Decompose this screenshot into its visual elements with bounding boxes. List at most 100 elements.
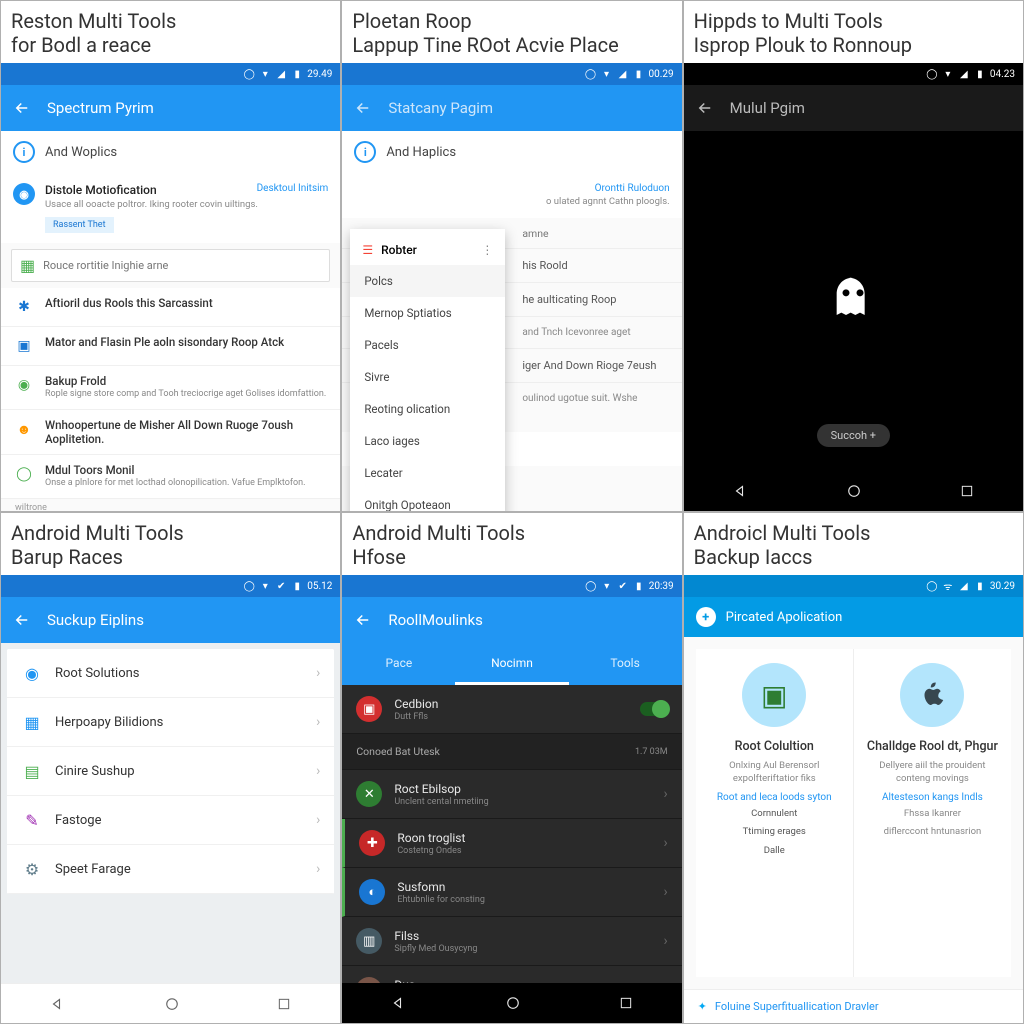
notif-title: Distole Motiofication xyxy=(45,183,157,197)
card-left[interactable]: ▣ Root Colultion Onlxing Aul Berensorl e… xyxy=(696,649,854,977)
tab[interactable]: Tools xyxy=(569,643,682,685)
nav-back-icon[interactable] xyxy=(390,994,408,1012)
circle-icon: ◯ xyxy=(926,580,938,592)
nav-recent-icon[interactable] xyxy=(618,995,634,1011)
panel-3: Hippds to Multi Tools Isprop Plouk to Ro… xyxy=(683,0,1024,512)
menu-header: ☰ Robter ⋮ xyxy=(350,235,505,265)
back-icon[interactable] xyxy=(696,99,714,117)
row-label: Root Solutions xyxy=(55,666,316,681)
notif-link[interactable]: Orontti Ruloduon xyxy=(546,183,670,194)
search-input[interactable] xyxy=(43,259,321,272)
nav-recent-icon[interactable] xyxy=(959,483,975,499)
menu-item[interactable]: Mernop Sptiatios xyxy=(350,297,505,329)
more-icon[interactable]: ⋮ xyxy=(481,243,493,257)
calendar-icon: ▦ xyxy=(20,256,35,275)
card-link[interactable]: Root and leca loods syton xyxy=(706,792,843,803)
appbar-title: RoollMoulinks xyxy=(388,611,483,629)
footer-link[interactable]: ✦ Foluine Superfituallication Dravler xyxy=(684,989,1023,1023)
list-row[interactable]: ▥FilssSipfly Med Ousycyng› xyxy=(342,917,681,966)
menu-item[interactable]: Onitgh Opoteaon xyxy=(350,489,505,511)
list-header: Conoed Bat Utesk1.7 03M xyxy=(342,734,681,770)
status-time: 30.29 xyxy=(990,581,1015,592)
list-row[interactable]: ✎Fastoge› xyxy=(7,796,334,845)
toggle-switch[interactable] xyxy=(640,702,668,716)
tab-active[interactable]: Nocimn xyxy=(455,643,568,685)
list-row[interactable]: ✚Roon troglistCostetng Ondes› xyxy=(342,819,681,868)
signal-icon: ◢ xyxy=(958,68,970,80)
menu-item[interactable]: Reoting olication xyxy=(350,393,505,425)
list-row[interactable]: ▤Cinire Sushup› xyxy=(7,747,334,796)
app-bar: Statcany Pagim xyxy=(342,85,681,131)
nav-back-icon[interactable] xyxy=(49,995,67,1013)
back-icon[interactable] xyxy=(13,99,31,117)
list-row[interactable]: ✕Roct EbilsopUnclent cental nmetiing› xyxy=(342,770,681,819)
app-bar: Mulul Pgim xyxy=(684,85,1023,131)
list-row[interactable]: ▦Herpoapy Bilidions› xyxy=(7,698,334,747)
list-row[interactable]: ◉Root Solutions› xyxy=(7,649,334,698)
title-line-1: Hippds to Multi Tools xyxy=(694,9,1013,33)
nav-home-icon[interactable] xyxy=(163,995,181,1013)
search-row[interactable]: ▦ xyxy=(11,249,330,282)
status-bar: ◯ ᯤ ◢ ▮ 30.29 xyxy=(684,575,1023,597)
notification-card[interactable]: ◉ Distole Motiofication Desktoul Initsim… xyxy=(1,173,340,243)
menu-item[interactable]: Laco iages xyxy=(350,425,505,457)
footer-text: wiltrone xyxy=(1,499,340,511)
row-title: Cedbion xyxy=(394,697,627,711)
add-icon[interactable]: + xyxy=(696,607,716,627)
list-row[interactable]: ◓DusTolls› xyxy=(342,966,681,983)
app-icon: ✚ xyxy=(359,830,385,856)
back-icon[interactable] xyxy=(354,99,372,117)
list-item[interactable]: ✱Aftioril dus Rools this Sarcassint xyxy=(1,288,340,327)
title-line-1: Android Multi Tools xyxy=(352,521,671,545)
list-item[interactable]: ◉Bakup FroldRople signe store comp and T… xyxy=(1,366,340,410)
panel-title: Reston Multi Tools for Bodl a reace xyxy=(1,1,340,63)
wand-icon: ✎ xyxy=(21,809,43,831)
item-title: Mator and Flasin Ple aoln sisondary Roop… xyxy=(45,335,328,349)
list-row[interactable]: ▣CedbionDutt Ffls xyxy=(342,685,681,734)
notif-link[interactable]: Desktoul Initsim xyxy=(257,183,329,197)
section-label: And Haplics xyxy=(386,145,456,160)
list-item[interactable]: ◯Mdul Toors MonilOnse a plnlore for met … xyxy=(1,455,340,499)
status-bar: ◯ ▾ ✔ ▮ 05.12 xyxy=(1,575,340,597)
app-icon: ▣ xyxy=(356,696,382,722)
menu-item[interactable]: Sivre xyxy=(350,361,505,393)
overflow-menu[interactable]: ☰ Robter ⋮ Polcs Mernop Sptiatios Pacels… xyxy=(350,229,505,511)
circle-icon: ◯ xyxy=(243,580,255,592)
app-icon: ◓ xyxy=(356,977,382,983)
nav-back-icon[interactable] xyxy=(732,482,750,500)
menu-item[interactable]: Lecater xyxy=(350,457,505,489)
menu-item[interactable]: Pacels xyxy=(350,329,505,361)
chip[interactable]: Rassent Thet xyxy=(45,217,114,233)
card-right[interactable]: Challdge Rool dt, Phgur Dellyere aiil th… xyxy=(854,649,1011,977)
tab[interactable]: Pace xyxy=(342,643,455,685)
menu-item[interactable]: Polcs xyxy=(350,265,505,297)
row-label: Cinire Sushup xyxy=(55,764,316,779)
list-item[interactable]: ☻Wnhoopertune de Misher All Down Ruoge 7… xyxy=(1,410,340,455)
title-line-1: Androicl Multi Tools xyxy=(694,521,1013,545)
circle-icon: ◉ xyxy=(21,662,43,684)
panel-1: Reston Multi Tools for Bodl a reace ◯ ▾ … xyxy=(0,0,341,512)
back-icon[interactable] xyxy=(13,611,31,629)
list-item[interactable]: ▣Mator and Flasin Ple aoln sisondary Roo… xyxy=(1,327,340,366)
chevron-right-icon: › xyxy=(316,861,320,877)
location-icon: ✔ xyxy=(617,580,629,592)
circle-icon: ◯ xyxy=(243,68,255,80)
menu-icon: ☰ xyxy=(362,243,373,257)
content-area: i And Haplics Orontti Ruloduon o ulated … xyxy=(342,131,681,511)
list-row[interactable]: ⚙Speet Farage› xyxy=(7,845,334,894)
row-sub: Ehtubnlie for consting xyxy=(397,895,651,905)
status-time: 29.49 xyxy=(307,69,332,80)
card-link[interactable]: Altesteson kangs Indls xyxy=(864,792,1001,803)
list-row[interactable]: ◐SusfomnEhtubnlie for consting› xyxy=(342,868,681,917)
nav-home-icon[interactable] xyxy=(504,994,522,1012)
back-icon[interactable] xyxy=(354,611,372,629)
nav-home-icon[interactable] xyxy=(845,482,863,500)
app-icon: ◐ xyxy=(359,879,385,905)
action-button[interactable]: Succoh + xyxy=(817,424,890,447)
wifi-icon: ▾ xyxy=(259,580,271,592)
circle-icon: ◯ xyxy=(926,68,938,80)
title-line-1: Ploetan Roop xyxy=(352,9,671,33)
chevron-right-icon: › xyxy=(663,786,667,802)
nav-recent-icon[interactable] xyxy=(276,996,292,1012)
nav-bar xyxy=(1,983,340,1023)
